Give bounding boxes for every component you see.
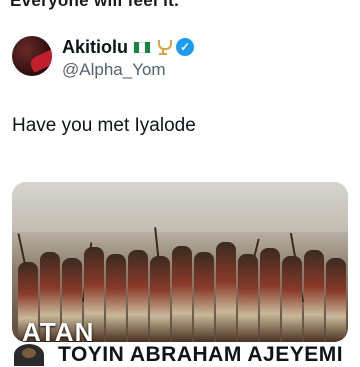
- tweet-text: Have you met Iyalode: [12, 115, 196, 136]
- image-caption: ATAN: [22, 317, 95, 342]
- tweet-image[interactable]: ATAN: [12, 182, 348, 342]
- nigeria-flag-icon: [134, 41, 150, 53]
- author-avatar[interactable]: [12, 36, 52, 76]
- tweet-header: Akitiolu ✓ @Alpha_Yom: [12, 36, 352, 82]
- author-name-row: Akitiolu ✓: [62, 36, 194, 58]
- next-author-avatar[interactable]: [14, 344, 44, 366]
- author-handle[interactable]: @Alpha_Yom: [62, 60, 166, 80]
- verified-badge-icon: ✓: [176, 38, 194, 56]
- trophy-icon: [156, 39, 172, 55]
- next-author-name[interactable]: TOYIN ABRAHAM AJEYEMI: [58, 343, 343, 367]
- next-tweet-header: TOYIN ABRAHAM AJEYEMI: [14, 343, 343, 367]
- previous-tweet-text: Everyone will feel it.: [10, 0, 180, 10]
- author-display-name[interactable]: Akitiolu: [62, 37, 128, 58]
